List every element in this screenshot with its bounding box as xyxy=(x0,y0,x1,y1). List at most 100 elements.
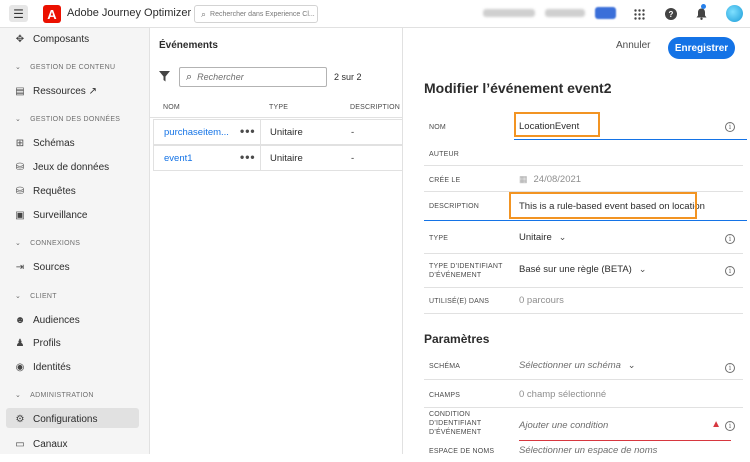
org-switcher[interactable] xyxy=(483,9,535,17)
save-button[interactable]: Enregistrer xyxy=(668,37,735,59)
chevron-down-icon: ⌄ xyxy=(638,264,647,274)
query-icon: ⛁ xyxy=(15,185,25,197)
field-label-description: DESCRIPTION xyxy=(429,203,480,210)
more-actions-icon[interactable]: ••• xyxy=(240,150,256,164)
sidebar-item-canaux[interactable]: ▭ Canaux xyxy=(14,438,67,450)
menu-icon[interactable]: ☰ xyxy=(9,5,28,22)
column-divider xyxy=(260,120,261,144)
sidebar-item-identites[interactable]: ◉ Identités xyxy=(14,361,71,373)
sidebar-item-label: Surveillance xyxy=(33,209,88,221)
cree-le-value: ▦ 24/08/2021 xyxy=(519,174,581,185)
field-row-type: TYPE Unitaire ⌄ i xyxy=(424,222,743,254)
column-header-nom[interactable]: NOM xyxy=(163,104,180,111)
chevron-down-icon: ⌄ xyxy=(558,232,567,242)
utilise-value: 0 parcours xyxy=(519,295,564,306)
app-name: Adobe Journey Optimizer xyxy=(67,7,192,19)
sidebar-item-ressources[interactable]: ▤ Ressources ↗ xyxy=(14,85,97,97)
page-title: Modifier l’événement event2 xyxy=(424,80,612,96)
more-actions-icon[interactable]: ••• xyxy=(240,124,256,138)
search-icon: ⌕ xyxy=(186,70,193,83)
field-label-schema: SCHÉMA xyxy=(429,363,461,370)
sidebar-item-label: Audiences xyxy=(33,314,80,326)
dataset-icon: ⛁ xyxy=(15,161,25,173)
schema-placeholder: Sélectionner un schéma xyxy=(519,360,621,371)
schema-icon: ⊞ xyxy=(15,137,25,149)
info-icon[interactable]: i xyxy=(725,266,735,276)
event-name-link[interactable]: event1 xyxy=(164,153,193,164)
info-icon[interactable]: i xyxy=(725,363,735,373)
adobe-logo-icon[interactable]: A xyxy=(43,5,61,23)
monitoring-icon: ▣ xyxy=(15,209,25,221)
sidebar-section-label: CLIENT xyxy=(30,292,57,300)
sidebar-section-donnees[interactable]: ⌄ GESTION DES DONNÉES xyxy=(15,115,121,124)
events-search-input[interactable]: ⌕ Rechercher xyxy=(179,67,327,87)
sidebar-item-profils[interactable]: ♟ Profils xyxy=(14,337,61,349)
schema-select[interactable]: Sélectionner un schéma ⌄ xyxy=(519,360,635,371)
info-icon[interactable]: i xyxy=(725,122,735,132)
field-row-champs: CHAMPS 0 champ sélectionné xyxy=(424,380,743,408)
events-list-title: Événements xyxy=(159,40,218,51)
condition-error-underline xyxy=(519,440,731,441)
sidebar-item-surveillance[interactable]: ▣ Surveillance xyxy=(14,209,87,221)
global-search-input[interactable]: ⌕ Rechercher dans Experience Cl... xyxy=(194,5,318,23)
label-line-1: CONDITION xyxy=(429,411,471,418)
sidebar-item-schemas[interactable]: ⊞ Schémas xyxy=(14,137,75,149)
field-label-auteur: AUTEUR xyxy=(429,151,459,158)
field-label-nom: NOM xyxy=(429,124,446,131)
event-id-type-select[interactable]: Basé sur une règle (BETA) ⌄ xyxy=(519,264,646,275)
column-divider xyxy=(260,146,261,170)
sidebar: ✥ Composants ⌄ GESTION DE CONTENU ▤ Ress… xyxy=(0,28,150,454)
table-row[interactable]: event1 ••• Unitaire - xyxy=(153,145,403,171)
event-type: Unitaire xyxy=(270,127,303,138)
info-icon[interactable]: i xyxy=(725,421,735,431)
column-header-description[interactable]: DESCRIPTION xyxy=(350,104,400,111)
sidebar-item-configurations[interactable]: ⚙ Configurations xyxy=(14,413,98,425)
sidebar-item-label: Requêtes xyxy=(33,185,76,197)
sidebar-item-label: Identités xyxy=(33,361,71,373)
highlight-description xyxy=(509,192,697,219)
sidebar-item-sources[interactable]: ⇥ Sources xyxy=(14,261,70,273)
sidebar-item-jeux-de-donnees[interactable]: ⛁ Jeux de données xyxy=(14,161,109,173)
sandbox-switcher[interactable] xyxy=(545,9,585,17)
filter-icon[interactable] xyxy=(159,71,170,85)
sidebar-section-label: GESTION DE CONTENU xyxy=(30,63,116,71)
event-name-link[interactable]: purchaseitem... xyxy=(164,127,229,138)
apps-grid-icon[interactable] xyxy=(631,6,647,22)
sidebar-section-connexions[interactable]: ⌄ CONNEXIONS xyxy=(15,239,80,248)
namespace-select[interactable]: Sélectionner un espace de noms xyxy=(519,445,657,456)
sidebar-item-audiences[interactable]: ☻ Audiences xyxy=(14,314,80,326)
label-line-2: D’ÉVÉNEMENT xyxy=(429,272,482,279)
type-select[interactable]: Unitaire ⌄ xyxy=(519,232,566,243)
events-search-placeholder: Rechercher xyxy=(197,72,244,82)
sidebar-section-client[interactable]: ⌄ CLIENT xyxy=(15,292,57,301)
chevron-down-icon: ⌄ xyxy=(15,293,22,300)
field-row-type-identifiant: TYPE D’IDENTIFIANT D’ÉVÉNEMENT Basé sur … xyxy=(424,254,743,288)
sidebar-item-label: Sources xyxy=(33,261,70,273)
audiences-icon: ☻ xyxy=(14,314,26,326)
sidebar-item-label: Composants xyxy=(33,33,90,45)
nom-input-underline xyxy=(514,139,747,140)
sidebar-section-administration[interactable]: ⌄ ADMINISTRATION xyxy=(15,391,94,400)
field-row-espace: ESPACE DE NOMS Sélectionner un espace de… xyxy=(424,442,743,462)
field-label-type-identifiant: TYPE D’IDENTIFIANT D’ÉVÉNEMENT xyxy=(429,262,503,280)
sandbox-badge[interactable] xyxy=(595,7,616,19)
sidebar-item-composants[interactable]: ✥ Composants xyxy=(14,33,89,45)
sidebar-item-requetes[interactable]: ⛁ Requêtes xyxy=(14,185,76,197)
condition-input[interactable]: Ajouter une condition xyxy=(519,420,608,431)
global-search-placeholder: Rechercher dans Experience Cl... xyxy=(210,10,315,18)
top-bar: ☰ A Adobe Journey Optimizer ⌕ Rechercher… xyxy=(0,0,750,28)
svg-text:?: ? xyxy=(669,10,674,19)
field-label-cree-le: CRÉE LE xyxy=(429,177,461,184)
cree-le-date: 24/08/2021 xyxy=(533,174,582,185)
sidebar-section-label: ADMINISTRATION xyxy=(30,391,94,399)
info-icon[interactable]: i xyxy=(725,234,735,244)
column-header-type[interactable]: TYPE xyxy=(269,104,288,111)
avatar[interactable] xyxy=(726,5,743,22)
sidebar-section-label: GESTION DES DONNÉES xyxy=(30,115,121,123)
help-icon[interactable]: ? xyxy=(663,6,679,22)
label-line-2: D’IDENTIFIANT xyxy=(429,420,482,427)
table-row[interactable]: purchaseitem... ••• Unitaire - xyxy=(153,119,403,145)
sidebar-section-contenu[interactable]: ⌄ GESTION DE CONTENU xyxy=(15,63,116,72)
cancel-button[interactable]: Annuler xyxy=(616,40,650,51)
calendar-icon: ▦ xyxy=(519,174,528,184)
